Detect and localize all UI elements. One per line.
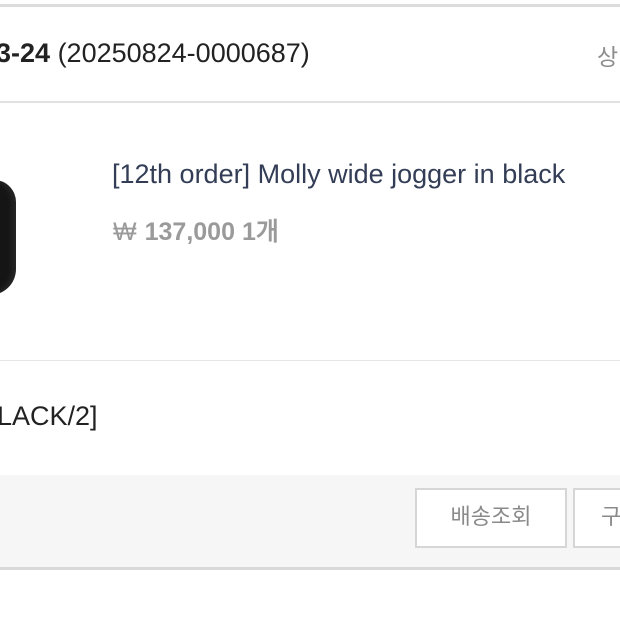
product-price: 137,000 bbox=[144, 218, 235, 246]
currency-symbol: ₩ bbox=[113, 218, 137, 246]
order-date: 3-24 bbox=[0, 38, 51, 68]
bottom-divider bbox=[0, 567, 620, 570]
order-number: (20250824-0000687) bbox=[57, 38, 310, 68]
order-header: 3-24 (20250824-0000687) bbox=[0, 38, 310, 69]
product-divider bbox=[0, 360, 620, 361]
top-divider bbox=[0, 4, 620, 7]
product-quantity: 1개 bbox=[241, 218, 279, 246]
track-delivery-button[interactable]: 배송조회 bbox=[415, 488, 567, 548]
product-price-row: ₩137,000 1개 bbox=[113, 212, 279, 248]
order-action-bar: 배송조회 구 bbox=[0, 475, 620, 567]
order-detail-screen: 3-24 (20250824-0000687) 상 [12th order] M… bbox=[0, 0, 620, 620]
product-image[interactable] bbox=[0, 180, 16, 295]
product-name-link[interactable]: [12th order] Molly wide jogger in black bbox=[112, 159, 565, 190]
secondary-action-button[interactable]: 구 bbox=[573, 488, 620, 548]
product-option: LACK/2] bbox=[0, 401, 98, 431]
order-status: 상 bbox=[597, 44, 619, 70]
header-divider bbox=[0, 101, 620, 103]
